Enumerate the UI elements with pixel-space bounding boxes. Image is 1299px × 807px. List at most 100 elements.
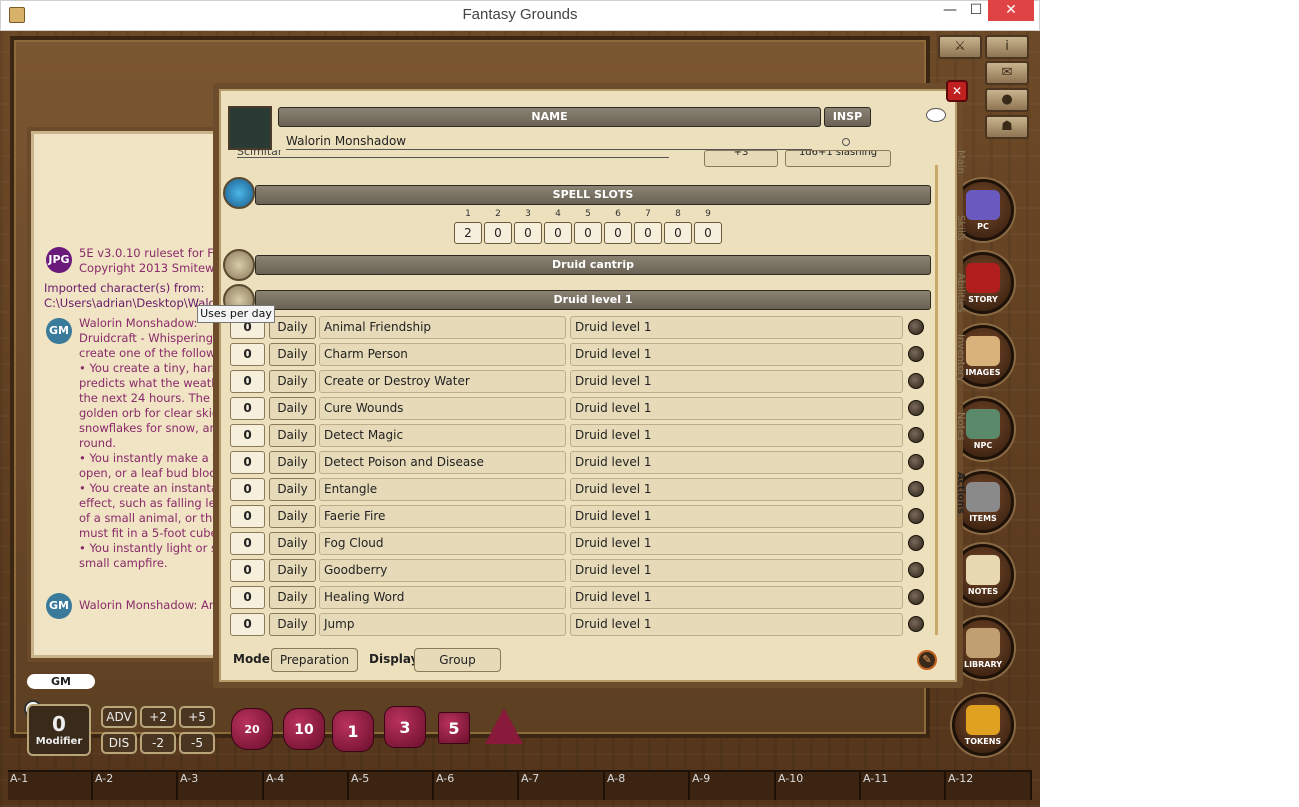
spell-detail-icon[interactable] [908,616,924,632]
spell-group[interactable]: Druid level 1 [570,397,903,420]
hotkey-a4[interactable]: A-4 [264,770,349,800]
tab-skills[interactable]: Skills [946,208,966,248]
spell-name[interactable]: Charm Person [319,343,566,366]
spell-detail-icon[interactable] [908,535,924,551]
close-sheet-icon[interactable]: ✕ [946,80,968,102]
adv-button[interactable]: ADV [101,706,137,728]
spell-detail-icon[interactable] [908,319,924,335]
spell-count[interactable]: 0 [230,343,265,366]
edit-pencil-icon[interactable]: ✎ [917,650,937,670]
slot-value-9[interactable]: 0 [694,222,722,244]
spell-name[interactable]: Jump [319,613,566,636]
spell-count[interactable]: 0 [230,532,265,555]
d10-die-icon[interactable]: 10 [283,708,325,750]
d20-die-icon[interactable]: 20 [231,708,273,750]
spell-detail-icon[interactable] [908,508,924,524]
hotkey-a10[interactable]: A-10 [776,770,861,800]
spell-count[interactable]: 0 [230,370,265,393]
slot-value-8[interactable]: 0 [664,222,692,244]
slot-value-4[interactable]: 0 [544,222,572,244]
slot-value-1[interactable]: 2 [454,222,482,244]
character-portrait[interactable] [228,106,272,150]
spell-count[interactable]: 0 [230,586,265,609]
spell-group-icon[interactable] [223,249,255,281]
hotkey-a1[interactable]: A-1 [8,770,93,800]
minus-two-button[interactable]: -2 [140,732,176,754]
spell-group[interactable]: Druid level 1 [570,586,903,609]
hotkey-a9[interactable]: A-9 [690,770,776,800]
spell-count[interactable]: 0 [230,478,265,501]
spell-usage-button[interactable]: Daily [269,532,316,555]
d4-die-icon[interactable] [485,708,523,744]
spell-name[interactable]: Animal Friendship [319,316,566,339]
minus-five-button[interactable]: -5 [179,732,215,754]
spell-name[interactable]: Entangle [319,478,566,501]
tab-notes[interactable]: Notes [946,408,966,444]
spell-name[interactable]: Create or Destroy Water [319,370,566,393]
spell-count[interactable]: 0 [230,424,265,447]
spell-group[interactable]: Druid level 1 [570,532,903,555]
group-level1-header[interactable]: Druid level 1 [255,290,931,310]
spell-name[interactable]: Goodberry [319,559,566,582]
hotkey-a6[interactable]: A-6 [434,770,519,800]
character-icon[interactable]: ☗ [985,115,1029,139]
spell-name[interactable]: Faerie Fire [319,505,566,528]
group-cantrip-header[interactable]: Druid cantrip [255,255,931,275]
slot-value-6[interactable]: 0 [604,222,632,244]
hotkey-a7[interactable]: A-7 [519,770,605,800]
spell-name[interactable]: Cure Wounds [319,397,566,420]
hotkey-a12[interactable]: A-12 [946,770,1032,800]
weapon-attack-partial[interactable]: +3 [704,150,778,167]
inspiration-indicator[interactable] [842,138,850,146]
tab-abilities[interactable]: Abilities [946,270,966,316]
calendar-icon[interactable]: ✉ [985,61,1029,85]
slot-value-2[interactable]: 0 [484,222,512,244]
spell-count[interactable]: 0 [230,505,265,528]
dice-tower-icon[interactable]: ● [985,88,1029,112]
hotkey-a8[interactable]: A-8 [605,770,690,800]
spell-detail-icon[interactable] [908,454,924,470]
spell-count[interactable]: 0 [230,613,265,636]
spell-detail-icon[interactable] [908,373,924,389]
spell-group[interactable]: Druid level 1 [570,478,903,501]
hotkey-a2[interactable]: A-2 [93,770,178,800]
spell-usage-button[interactable]: Daily [269,451,316,474]
tab-inventory[interactable]: Inventory [946,332,966,384]
spell-count[interactable]: 0 [230,451,265,474]
spell-group[interactable]: Druid level 1 [570,559,903,582]
hotkey-a11[interactable]: A-11 [861,770,946,800]
sidebar-tokens-button[interactable]: TOKENS [952,694,1014,756]
spell-detail-icon[interactable] [908,589,924,605]
spell-usage-button[interactable]: Daily [269,586,316,609]
plus-two-button[interactable]: +2 [140,706,176,728]
character-name-field[interactable]: Walorin Monshadow [286,134,812,150]
spell-group[interactable]: Druid level 1 [570,316,903,339]
spell-group[interactable]: Druid level 1 [570,505,903,528]
chat-bubble-icon[interactable] [926,108,946,122]
spell-detail-icon[interactable] [908,562,924,578]
spell-usage-button[interactable]: Daily [269,397,316,420]
close-window-button[interactable]: ✕ [988,0,1034,21]
slot-value-3[interactable]: 0 [514,222,542,244]
spell-usage-button[interactable]: Daily [269,424,316,447]
spell-count[interactable]: 0 [230,397,265,420]
spell-count[interactable]: 0 [230,559,265,582]
spell-name[interactable]: Detect Magic [319,424,566,447]
d6-die-icon[interactable]: 5 [438,712,470,744]
gm-identity-badge[interactable]: GM [27,674,95,689]
weapon-damage-partial[interactable]: 1d6+1 slashing [785,150,891,167]
spell-group[interactable]: Druid level 1 [570,613,903,636]
spell-usage-button[interactable]: Daily [269,505,316,528]
spell-name[interactable]: Detect Poison and Disease [319,451,566,474]
hotkey-a5[interactable]: A-5 [349,770,434,800]
tab-main[interactable]: Main [946,142,966,182]
mode-preparation-button[interactable]: Preparation [271,648,358,672]
spell-usage-button[interactable]: Daily [269,316,316,339]
slot-value-5[interactable]: 0 [574,222,602,244]
spell-name[interactable]: Fog Cloud [319,532,566,555]
slot-value-7[interactable]: 0 [634,222,662,244]
spell-group[interactable]: Druid level 1 [570,424,903,447]
spell-usage-button[interactable]: Daily [269,370,316,393]
plus-five-button[interactable]: +5 [179,706,215,728]
spell-list-scrollbar[interactable] [935,165,938,635]
